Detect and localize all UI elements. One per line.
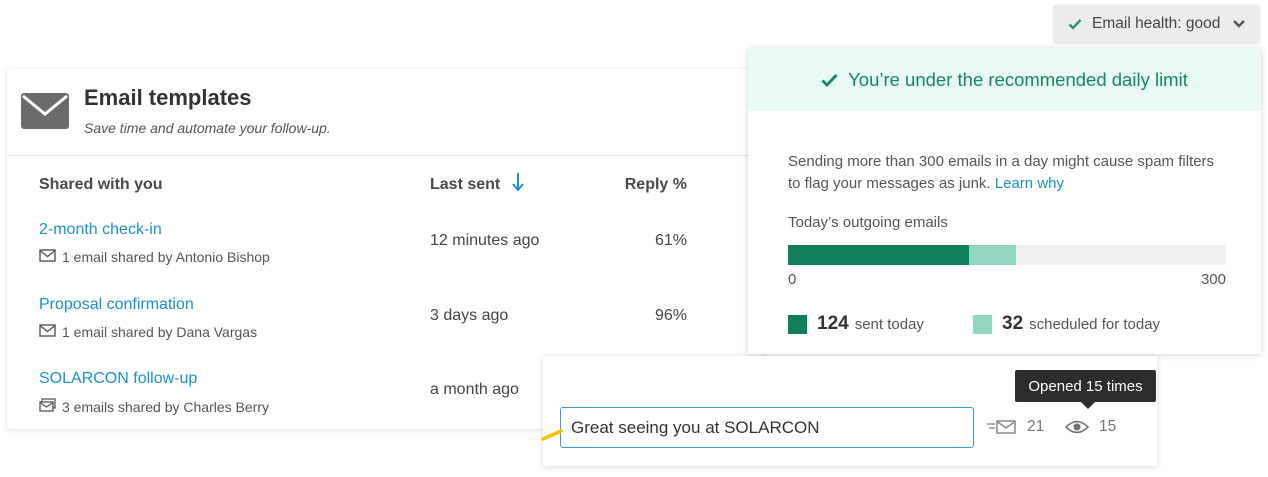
- legend-scheduled: 32 scheduled for today: [973, 313, 1160, 335]
- template-last-sent: 12 minutes ago: [430, 232, 540, 249]
- envelopes-icon: [39, 398, 56, 415]
- arrow-down-icon[interactable]: [511, 171, 525, 198]
- outgoing-progress-bar: [788, 245, 1226, 265]
- template-reply-rate: 96%: [654, 307, 687, 324]
- outgoing-emails-label: Today’s outgoing emails: [788, 214, 948, 231]
- template-meta-text: 1 email shared by Dana Vargas: [62, 324, 258, 340]
- axis-min-label: 0: [788, 271, 797, 288]
- subject-input[interactable]: [560, 407, 974, 448]
- templates-subtitle: Save time and automate your follow-up.: [84, 120, 331, 136]
- email-health-label: Email health: good: [1092, 14, 1221, 32]
- checkmark-icon: [821, 73, 838, 87]
- template-meta: 1 email shared by Dana Vargas: [39, 324, 257, 340]
- axis-max-label: 300: [1200, 271, 1226, 288]
- opens-tooltip: Opened 15 times: [1015, 370, 1156, 402]
- template-last-sent: a month ago: [430, 381, 519, 398]
- sends-count: 21: [1027, 418, 1045, 435]
- template-title-link[interactable]: SOLARCON follow-up: [39, 370, 197, 388]
- chevron-down-icon: [1232, 19, 1246, 29]
- templates-header: Email templates Save time and automate y…: [7, 69, 762, 156]
- email-health-button[interactable]: Email health: good: [1054, 5, 1259, 42]
- template-meta-text: 1 email shared by Antonio Bishop: [62, 249, 270, 265]
- daily-limit-banner: You’re under the recommended daily limit: [748, 48, 1261, 111]
- email-health-panel: You’re under the recommended daily limit…: [748, 48, 1261, 354]
- envelope-icon: [39, 324, 56, 340]
- tooltip-arrow: [1081, 402, 1095, 409]
- daily-limit-text: You’re under the recommended daily limit: [848, 68, 1188, 90]
- scheduled-segment: [969, 245, 1016, 265]
- sent-segment: [788, 245, 970, 265]
- templates-title: Email templates: [84, 85, 252, 110]
- column-header-shared[interactable]: Shared with you: [39, 176, 163, 194]
- scheduled-label: scheduled for today: [1029, 315, 1161, 333]
- sent-swatch: [788, 314, 807, 334]
- template-meta-text: 3 emails shared by Charles Berry: [62, 398, 269, 415]
- highlight-marker: [541, 429, 563, 441]
- sends-stat[interactable]: 21: [986, 418, 1044, 436]
- column-header-reply[interactable]: Reply %: [625, 176, 687, 194]
- column-header-last-sent[interactable]: Last sent: [430, 176, 500, 194]
- scheduled-swatch: [973, 314, 992, 334]
- template-meta: 3 emails shared by Charles Berry: [39, 398, 269, 415]
- envelope-icon: [39, 249, 56, 265]
- eye-icon: [1065, 419, 1089, 435]
- opens-stat[interactable]: 15: [1065, 418, 1116, 436]
- scheduled-count: 32: [1002, 313, 1024, 334]
- sent-count: 124: [817, 313, 849, 334]
- legend-sent: 124 sent today: [788, 313, 924, 335]
- template-meta: 1 email shared by Antonio Bishop: [39, 249, 270, 265]
- spam-warning: Sending more than 300 emails in a day mi…: [788, 151, 1218, 195]
- template-title-link[interactable]: Proposal confirmation: [39, 296, 194, 314]
- learn-why-link[interactable]: Learn why: [995, 175, 1064, 192]
- envelope-icon: [21, 93, 69, 134]
- sent-envelope-icon: [986, 419, 1017, 435]
- sent-label: sent today: [854, 315, 924, 333]
- template-reply-rate: 61%: [654, 232, 687, 249]
- checkmark-icon: [1068, 18, 1082, 30]
- opens-count: 15: [1099, 418, 1117, 435]
- template-title-link[interactable]: 2-month check-in: [39, 221, 162, 239]
- template-last-sent: 3 days ago: [430, 307, 509, 324]
